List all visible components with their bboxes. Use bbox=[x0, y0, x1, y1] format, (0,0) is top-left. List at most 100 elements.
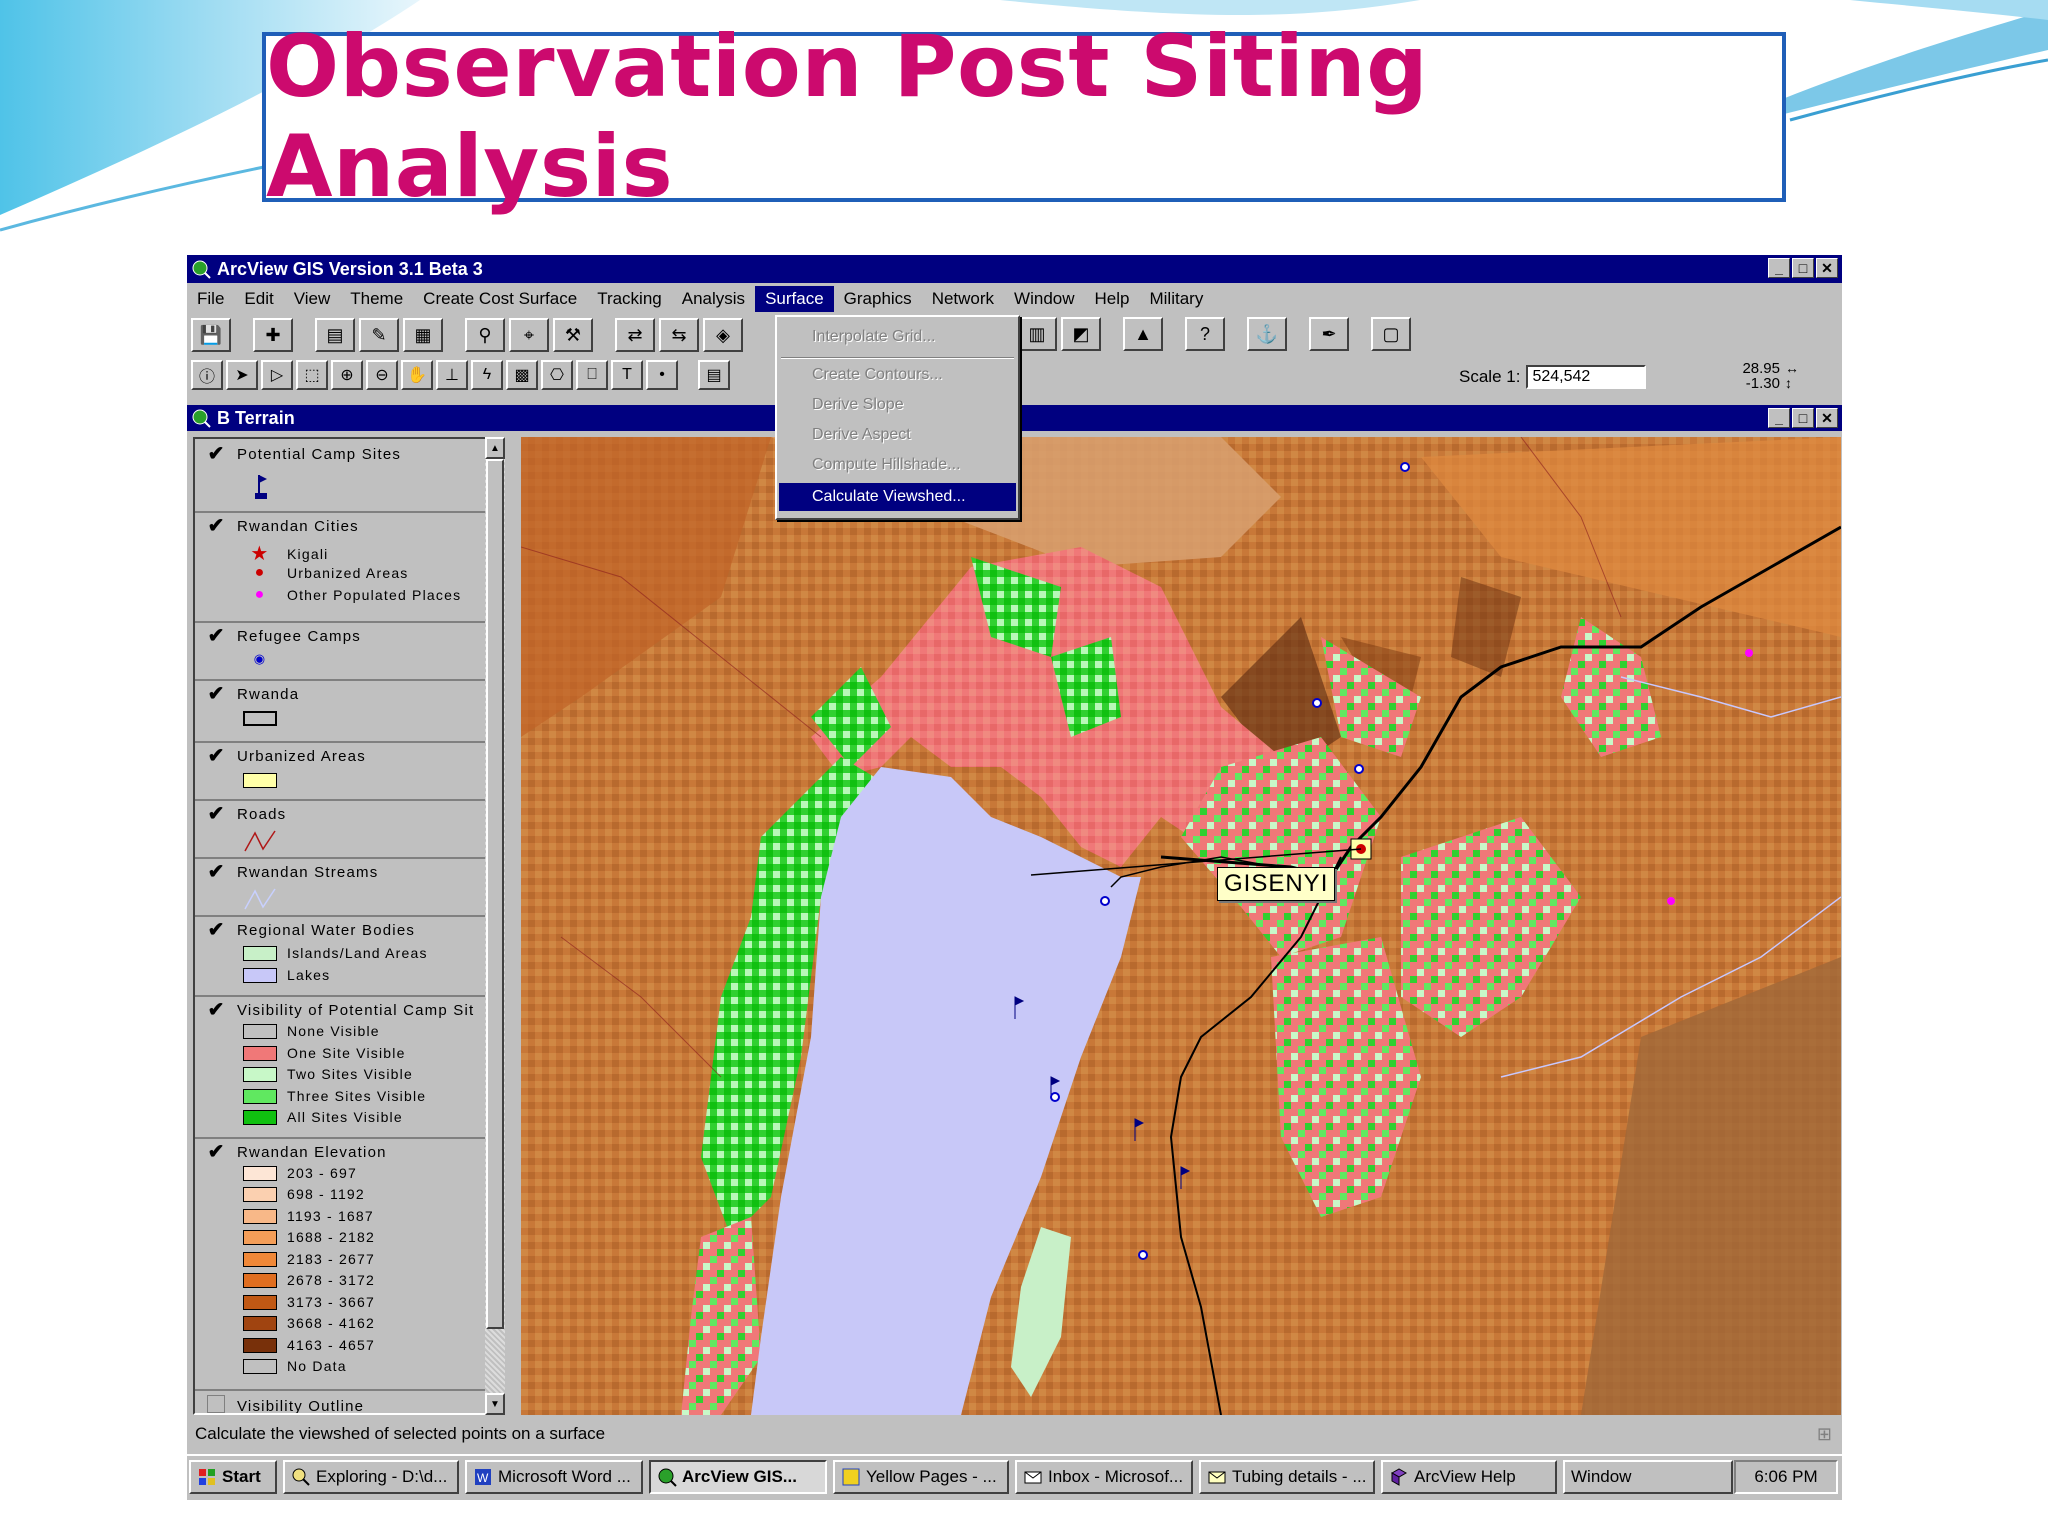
theme-regional-water-bodies[interactable]: ✔ Regional Water Bodies Islands/Land Area… bbox=[195, 915, 485, 997]
menu-view[interactable]: View bbox=[284, 286, 341, 312]
toc-scrollbar[interactable]: ▲ ▼ bbox=[485, 437, 505, 1415]
pen-tool-button[interactable]: ✒ bbox=[1309, 317, 1349, 351]
menu-item-calculate-viewshed[interactable]: Calculate Viewshed... bbox=[779, 483, 1016, 511]
start-button[interactable]: Start bbox=[189, 1460, 277, 1494]
task-arcview-gis[interactable]: ArcView GIS... bbox=[649, 1460, 827, 1494]
theme-visibility[interactable]: ✔ Visibility of Potential Camp Sit None V… bbox=[195, 995, 485, 1139]
text-tool[interactable]: T bbox=[611, 360, 643, 390]
task-yellow-pages[interactable]: Yellow Pages - ... bbox=[833, 1460, 1009, 1494]
menu-item-interpolate-grid[interactable]: Interpolate Grid... bbox=[779, 323, 1016, 351]
grid-tool-button[interactable]: ▥ bbox=[1017, 317, 1057, 351]
menu-analysis[interactable]: Analysis bbox=[672, 286, 755, 312]
vertex-edit-tool[interactable]: ▷ bbox=[261, 360, 293, 390]
task-tubing-details[interactable]: Tubing details - ... bbox=[1199, 1460, 1375, 1494]
theme-visible-checkbox[interactable]: ✔ bbox=[205, 625, 227, 647]
edit-legend-button[interactable]: ✎ bbox=[359, 318, 399, 352]
hotlink-button[interactable]: ⚒ bbox=[553, 318, 593, 352]
theme-visible-checkbox[interactable]: ✔ bbox=[205, 919, 227, 941]
identify-tool[interactable]: ⓘ bbox=[191, 360, 223, 390]
theme-visible-checkbox[interactable]: ✔ bbox=[205, 443, 227, 465]
select-by-theme-button[interactable]: ⇆ bbox=[659, 318, 699, 352]
view-close-button[interactable]: ✕ bbox=[1816, 408, 1838, 428]
close-button[interactable]: ✕ bbox=[1816, 258, 1838, 278]
scale-input[interactable]: 524,542 bbox=[1526, 365, 1647, 389]
task-exploring[interactable]: Exploring - D:\d... bbox=[283, 1460, 459, 1494]
menu-item-create-contours[interactable]: Create Contours... bbox=[779, 361, 1016, 389]
theme-rwandan-streams[interactable]: ✔ Rwandan Streams bbox=[195, 857, 485, 917]
theme-visible-checkbox[interactable] bbox=[207, 1395, 225, 1413]
minimize-button[interactable]: _ bbox=[1768, 258, 1790, 278]
task-microsoft-word[interactable]: W Microsoft Word ... bbox=[465, 1460, 643, 1494]
zoom-in-tool[interactable]: ⊕ bbox=[331, 360, 363, 390]
theme-potential-camp-sites[interactable]: ✔ Potential Camp Sites bbox=[195, 439, 485, 513]
surface-tool-button[interactable]: ◩ bbox=[1061, 317, 1101, 351]
theme-visible-checkbox[interactable]: ✔ bbox=[205, 683, 227, 705]
theme-rwanda[interactable]: ✔ Rwanda bbox=[195, 679, 485, 743]
theme-roads[interactable]: ✔ Roads bbox=[195, 799, 485, 859]
draw-point-tool[interactable]: • bbox=[646, 360, 678, 390]
view-minimize-button[interactable]: _ bbox=[1768, 408, 1790, 428]
map-display[interactable]: GISENYI bbox=[521, 437, 1841, 1415]
label-tool[interactable]: ⎔ bbox=[541, 360, 573, 390]
theme-visible-checkbox[interactable]: ✔ bbox=[205, 803, 227, 825]
theme-refugee-camps[interactable]: ✔ Refugee Camps ◉ bbox=[195, 621, 485, 681]
pan-tool[interactable]: ✋ bbox=[401, 360, 433, 390]
menu-window[interactable]: Window bbox=[1004, 286, 1084, 312]
pointer-tool[interactable]: ➤ bbox=[226, 360, 258, 390]
task-inbox[interactable]: Inbox - Microsof... bbox=[1015, 1460, 1193, 1494]
menu-item-compute-hillshade[interactable]: Compute Hillshade... bbox=[779, 451, 1016, 479]
scroll-down-arrow[interactable]: ▼ bbox=[485, 1393, 505, 1415]
callout-tool[interactable]: ⎕ bbox=[576, 360, 608, 390]
menu-file[interactable]: File bbox=[187, 286, 234, 312]
menu-surface[interactable]: Surface bbox=[755, 286, 834, 312]
theme-rwandan-cities[interactable]: ✔ Rwandan Cities ★ Kigali ● Urbanized Areas… bbox=[195, 511, 485, 623]
menu-theme[interactable]: Theme bbox=[340, 286, 413, 312]
resize-grip-icon[interactable]: ⊞ bbox=[1817, 1424, 1832, 1445]
query-builder-button[interactable]: ⇄ bbox=[615, 318, 655, 352]
task-window[interactable]: Window bbox=[1563, 1460, 1733, 1494]
area-of-interest-tool[interactable]: ▩ bbox=[506, 360, 538, 390]
menu-military[interactable]: Military bbox=[1139, 286, 1213, 312]
find-button[interactable]: ⚲ bbox=[465, 318, 505, 352]
menu-create-cost-surface[interactable]: Create Cost Surface bbox=[413, 286, 587, 312]
maximize-button[interactable]: □ bbox=[1792, 258, 1814, 278]
scroll-up-arrow[interactable]: ▲ bbox=[485, 437, 505, 459]
theme-rwandan-elevation[interactable]: ✔ Rwandan Elevation 203 - 697 698 - 1192 … bbox=[195, 1137, 485, 1391]
task-arcview-help[interactable]: ArcView Help bbox=[1381, 1460, 1557, 1494]
anchor-button[interactable]: ⚓ bbox=[1247, 317, 1287, 351]
histogram-button[interactable]: ▲ bbox=[1123, 317, 1163, 351]
theme-visibility-outline[interactable]: Visibility Outline bbox=[195, 1389, 485, 1413]
help-pointer-button[interactable]: ? bbox=[1185, 317, 1225, 351]
select-feature-tool[interactable]: ⬚ bbox=[296, 360, 328, 390]
measure-tool[interactable]: ⊥ bbox=[436, 360, 468, 390]
menu-item-derive-aspect[interactable]: Derive Aspect bbox=[779, 421, 1016, 449]
legend-swatch bbox=[243, 1088, 277, 1104]
zoom-out-tool[interactable]: ⊖ bbox=[366, 360, 398, 390]
view-maximize-button[interactable]: □ bbox=[1792, 408, 1814, 428]
theme-visible-checkbox[interactable]: ✔ bbox=[205, 515, 227, 537]
theme-urbanized-areas[interactable]: ✔ Urbanized Areas bbox=[195, 741, 485, 801]
theme-properties-button[interactable]: ▤ bbox=[315, 318, 355, 352]
open-table-button[interactable]: ▦ bbox=[403, 318, 443, 352]
menu-help[interactable]: Help bbox=[1085, 286, 1140, 312]
menu-tracking[interactable]: Tracking bbox=[587, 286, 672, 312]
hotlink-tool[interactable]: ϟ bbox=[471, 360, 503, 390]
theme-visible-checkbox[interactable]: ✔ bbox=[205, 861, 227, 883]
save-project-button[interactable]: 💾 bbox=[191, 318, 231, 352]
menu-network[interactable]: Network bbox=[922, 286, 1004, 312]
menu-graphics[interactable]: Graphics bbox=[834, 286, 922, 312]
theme-visible-checkbox[interactable]: ✔ bbox=[205, 1141, 227, 1163]
layout-button[interactable]: ▢ bbox=[1371, 317, 1411, 351]
locate-button[interactable]: ⌖ bbox=[509, 318, 549, 352]
menu-item-derive-slope[interactable]: Derive Slope bbox=[779, 391, 1016, 419]
system-tray-clock[interactable]: 6:06 PM bbox=[1734, 1460, 1838, 1494]
theme-visible-checkbox[interactable]: ✔ bbox=[205, 745, 227, 767]
scroll-thumb[interactable] bbox=[486, 459, 504, 1329]
app-titlebar[interactable]: ArcView GIS Version 3.1 Beta 3 _ □ ✕ bbox=[187, 255, 1842, 283]
extra-tool[interactable]: ▤ bbox=[698, 360, 730, 390]
menu-edit[interactable]: Edit bbox=[234, 286, 283, 312]
clear-selection-button[interactable]: ◈ bbox=[703, 318, 743, 352]
add-theme-button[interactable]: ✚ bbox=[253, 318, 293, 352]
slide-title-box: Observation Post Siting Analysis bbox=[262, 17, 1786, 217]
theme-visible-checkbox[interactable]: ✔ bbox=[205, 999, 227, 1021]
